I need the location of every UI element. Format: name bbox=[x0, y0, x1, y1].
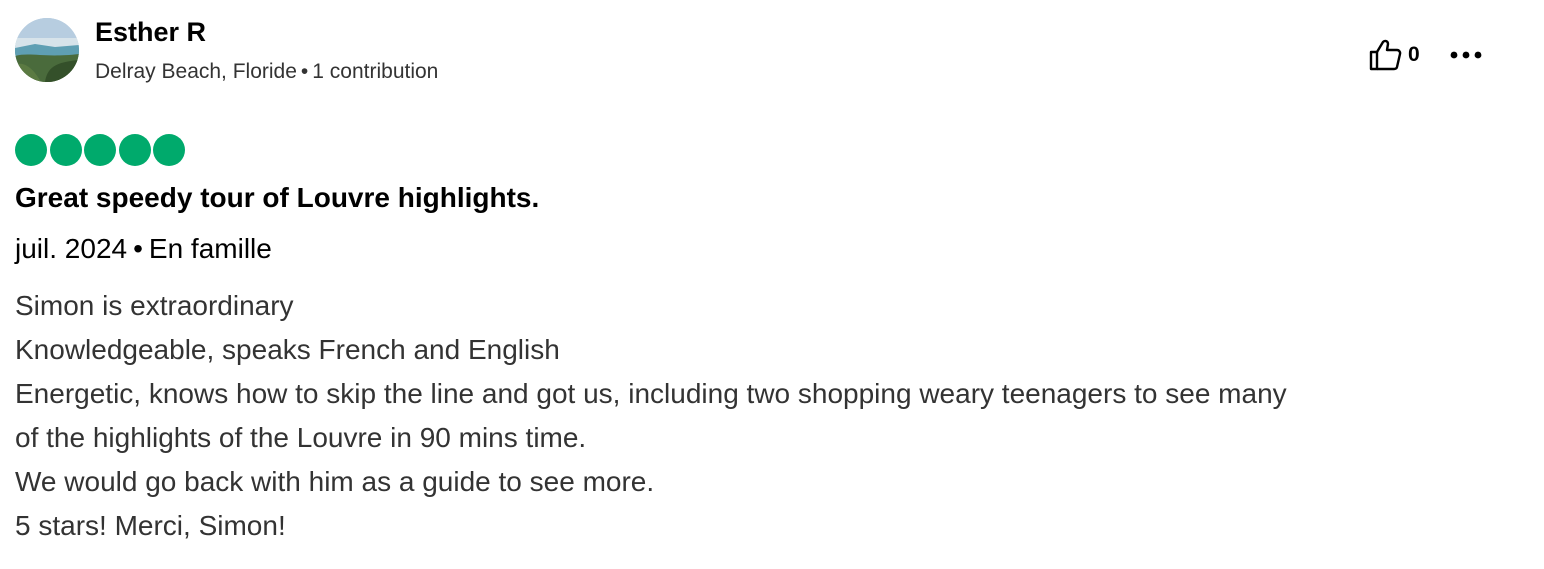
rating-bubble bbox=[15, 134, 47, 166]
review-body-line: Knowledgeable, speaks French and English bbox=[15, 334, 560, 365]
trip-info: juil. 2024 • En famille bbox=[15, 233, 272, 265]
meta-separator: • bbox=[300, 60, 309, 83]
author-meta: Delray Beach, Floride • 1 contribution bbox=[95, 60, 438, 84]
rating-bubble bbox=[118, 134, 151, 166]
review-body-line: Energetic, knows how to skip the line an… bbox=[15, 378, 1287, 409]
review-body-line: of the highlights of the Louvre in 90 mi… bbox=[15, 422, 587, 453]
avatar[interactable] bbox=[15, 18, 79, 82]
thumbs-up-icon bbox=[1369, 39, 1402, 71]
trip-date: juil. 2024 bbox=[15, 233, 128, 264]
author-name[interactable]: Esther R bbox=[95, 17, 206, 48]
trip-separator: • bbox=[133, 233, 143, 264]
rating-bubble bbox=[49, 134, 82, 166]
review-body: Simon is extraordinary Knowledgeable, sp… bbox=[15, 284, 1515, 548]
helpful-vote-button[interactable]: 0 bbox=[1368, 38, 1420, 72]
trip-type: En famille bbox=[148, 233, 272, 264]
review-body-line: We would go back with him as a guide to … bbox=[15, 466, 655, 497]
rating-bubbles bbox=[15, 134, 188, 166]
rating-bubble bbox=[153, 134, 185, 166]
avatar-photo bbox=[15, 18, 79, 82]
review-card: Esther R Delray Beach, Floride • 1 contrib… bbox=[0, 0, 1544, 569]
review-body-line: Simon is extraordinary bbox=[15, 290, 294, 321]
review-title[interactable]: Great speedy tour of Louvre highlights. bbox=[15, 182, 539, 214]
review-actions: 0 bbox=[1368, 38, 1482, 72]
review-body-line: 5 stars! Merci, Simon! bbox=[15, 510, 286, 541]
more-options-button[interactable] bbox=[1450, 50, 1482, 60]
author-contributions: 1 contribution bbox=[312, 60, 439, 83]
more-options-icon bbox=[1450, 51, 1482, 59]
author-location: Delray Beach, Floride bbox=[95, 60, 297, 83]
rating-bubble bbox=[84, 134, 116, 166]
helpful-count: 0 bbox=[1408, 43, 1420, 66]
